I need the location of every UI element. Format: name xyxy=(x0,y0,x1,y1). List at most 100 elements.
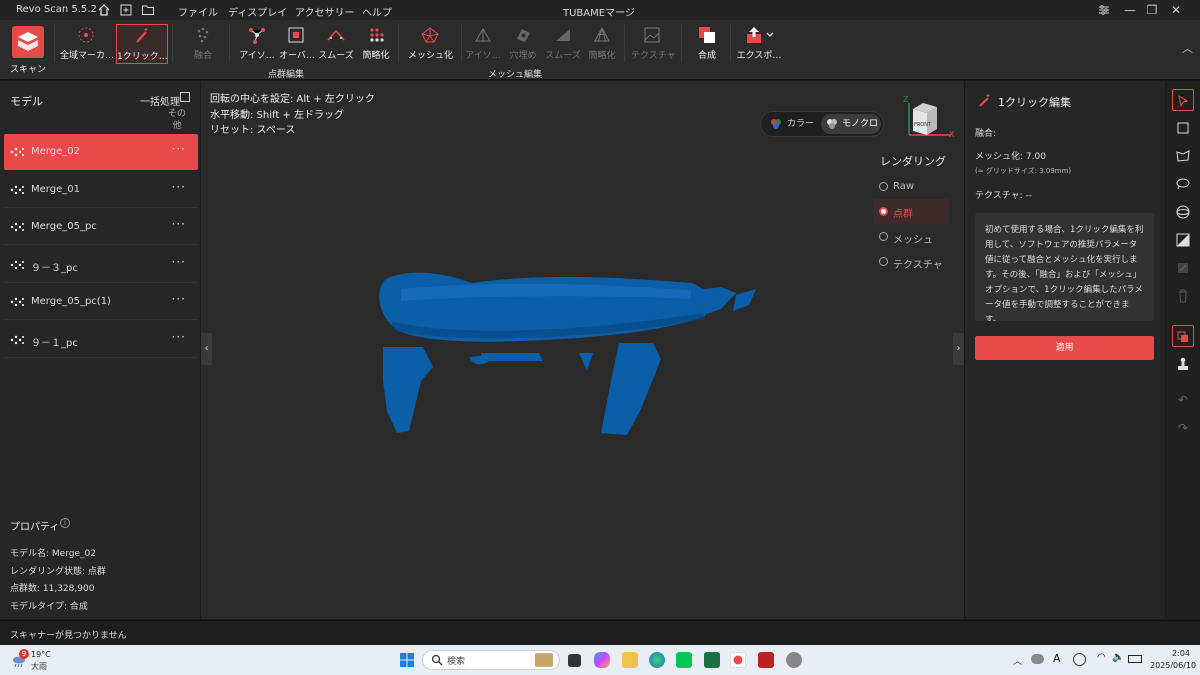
delete-icon[interactable] xyxy=(1172,285,1194,307)
app-badge-icon[interactable] xyxy=(758,652,774,668)
batch-icon[interactable] xyxy=(180,92,190,102)
fuse-icon xyxy=(193,26,213,44)
collapse-toolbar-icon[interactable]: ︿ xyxy=(1182,40,1193,56)
render-option-pointcloud[interactable]: 点群 xyxy=(873,199,949,224)
undo-icon[interactable]: ↶ xyxy=(1172,389,1194,411)
apply-button[interactable]: 適用 xyxy=(975,336,1154,360)
info-icon[interactable]: i xyxy=(60,518,70,528)
tray-expand-icon[interactable]: ︿ xyxy=(1013,654,1022,667)
brush-select-icon[interactable] xyxy=(1172,173,1194,195)
sphere-select-icon[interactable] xyxy=(1172,201,1194,223)
one-click-button[interactable]: 1クリック… xyxy=(116,24,168,64)
menu-help[interactable]: ヘルプ xyxy=(362,4,392,19)
invert-select-icon[interactable] xyxy=(1172,257,1194,279)
menu-file[interactable]: ファイル xyxy=(178,4,218,19)
texture-button[interactable]: テクスチャ xyxy=(631,26,676,66)
model-list-item[interactable]: Merge_05_pc(1) ··· xyxy=(4,284,198,320)
model-list-item[interactable]: Merge_01 ··· xyxy=(4,172,198,208)
model-name: Merge_01 xyxy=(31,183,80,195)
more-options-icon[interactable]: ··· xyxy=(172,217,186,231)
new-project-icon[interactable] xyxy=(119,3,133,17)
overlap-label: オーバ… xyxy=(279,51,315,61)
render-option-texture[interactable]: テクスチャ xyxy=(873,252,949,272)
mesh-button[interactable]: メッシュ化 xyxy=(408,26,454,66)
file-explorer-icon[interactable] xyxy=(622,652,638,668)
3d-viewport[interactable]: 回転の中心を設定: Alt + 左クリック 水平移動: Shift + 左ドラッ… xyxy=(201,81,964,619)
more-options-icon[interactable]: ··· xyxy=(172,255,186,269)
mono-mode-button[interactable]: モノクロ xyxy=(821,114,881,134)
mesh-smooth-label: スムーズ xyxy=(545,51,581,61)
mesh-simplify-button[interactable]: 簡略化 xyxy=(588,26,616,66)
settings-icon[interactable] xyxy=(1090,2,1118,18)
taskbar-search[interactable]: 検索 xyxy=(422,650,560,670)
scanned-model[interactable] xyxy=(361,261,781,441)
weather-temp: 19°C xyxy=(31,650,51,659)
app-helmet-icon[interactable] xyxy=(786,652,802,668)
x-axis-label: X xyxy=(949,130,955,139)
copy-layers-icon[interactable] xyxy=(1172,325,1194,347)
weather-widget[interactable]: 9 19°C 大雨 xyxy=(10,649,70,673)
line-app-icon[interactable] xyxy=(676,652,692,668)
global-marker-button[interactable]: 全域マーカ… xyxy=(60,26,114,66)
model-list-item[interactable]: ９－３_pc ··· xyxy=(4,247,198,283)
more-options-icon[interactable]: ··· xyxy=(172,180,186,194)
clock[interactable]: 2:04 2025/06/10 xyxy=(1150,648,1196,672)
search-icon xyxy=(431,654,443,666)
more-options-icon[interactable]: ··· xyxy=(172,142,186,156)
close-icon[interactable]: ✕ xyxy=(1162,2,1190,18)
collapse-left-panel-button[interactable]: ‹ xyxy=(201,333,212,365)
render-option-raw[interactable]: Raw xyxy=(873,177,949,197)
rect-select-icon[interactable] xyxy=(1172,117,1194,139)
texture-icon xyxy=(642,26,662,44)
export-button[interactable]: エクスポ… xyxy=(736,26,782,66)
point-cloud-icon xyxy=(10,147,24,157)
model-list-item[interactable]: ９－１_pc ··· xyxy=(4,322,198,358)
model-list-item[interactable]: Merge_05_pc ··· xyxy=(4,209,198,245)
revo-scan-taskbar-icon[interactable] xyxy=(730,652,746,668)
volume-icon[interactable]: 🔈 xyxy=(1112,652,1124,663)
magic-wand-icon xyxy=(132,27,152,45)
batch-process-button[interactable]: 一括処理 xyxy=(140,93,180,108)
collapse-right-panel-button[interactable]: › xyxy=(953,333,964,365)
focus-icon[interactable] xyxy=(1073,653,1086,666)
lasso-select-icon[interactable] xyxy=(1172,145,1194,167)
menu-accessory[interactable]: アクセサリー xyxy=(295,4,355,19)
mesh-isolate-button[interactable]: アイソ… xyxy=(465,26,501,66)
merge-button[interactable]: 合成 xyxy=(693,26,721,66)
ime-indicator[interactable]: A xyxy=(1053,652,1061,665)
overlap-button[interactable]: オーバ… xyxy=(279,26,315,66)
home-icon[interactable] xyxy=(97,3,111,17)
edge-browser-icon[interactable] xyxy=(649,652,665,668)
color-mode-button[interactable]: カラー xyxy=(765,115,821,133)
model-list-item[interactable]: Merge_02 ··· xyxy=(4,134,198,170)
cloud-icon[interactable] xyxy=(1031,654,1044,664)
task-view-icon[interactable] xyxy=(568,654,581,667)
copilot-icon[interactable] xyxy=(594,652,610,668)
scan-button[interactable]: スキャン xyxy=(8,26,48,75)
simplify-button[interactable]: 簡略化 xyxy=(362,26,390,66)
render-option-mesh[interactable]: メッシュ xyxy=(873,227,949,247)
wifi-icon[interactable]: ◠ xyxy=(1097,652,1106,663)
plane-cut-icon[interactable] xyxy=(1172,229,1194,251)
stamp-icon[interactable] xyxy=(1172,353,1194,375)
more-options-icon[interactable]: ··· xyxy=(172,330,186,344)
redo-icon[interactable]: ↷ xyxy=(1172,417,1194,439)
battery-icon[interactable] xyxy=(1128,655,1142,663)
select-pointer-icon[interactable] xyxy=(1172,89,1194,111)
excel-icon[interactable] xyxy=(704,652,720,668)
mesh-smooth-button[interactable]: スムーズ xyxy=(545,26,581,66)
smooth-button[interactable]: スムーズ xyxy=(318,26,354,66)
isolate-button[interactable]: アイソ… xyxy=(236,26,278,66)
grid-size-note: (≈ グリッドサイズ: 3.09mm) xyxy=(975,167,1072,175)
menu-display[interactable]: ディスプレイ xyxy=(228,4,287,19)
open-folder-icon[interactable] xyxy=(141,3,155,17)
hole-fill-button[interactable]: 穴埋め xyxy=(509,26,537,66)
more-options-icon[interactable]: ··· xyxy=(172,292,186,306)
view-cube[interactable]: FRONT Z X xyxy=(901,95,957,143)
hint-pan: 水平移動: Shift + 左ドラッグ xyxy=(210,109,345,121)
fuse-button[interactable]: 融合 xyxy=(186,26,220,66)
windows-start-icon[interactable] xyxy=(399,652,415,668)
mesh-label: メッシュ化 xyxy=(408,51,454,61)
prop-model-name: モデル名: Merge_02 xyxy=(10,549,96,559)
right-tool-strip: ↶ ↷ xyxy=(1166,81,1200,619)
